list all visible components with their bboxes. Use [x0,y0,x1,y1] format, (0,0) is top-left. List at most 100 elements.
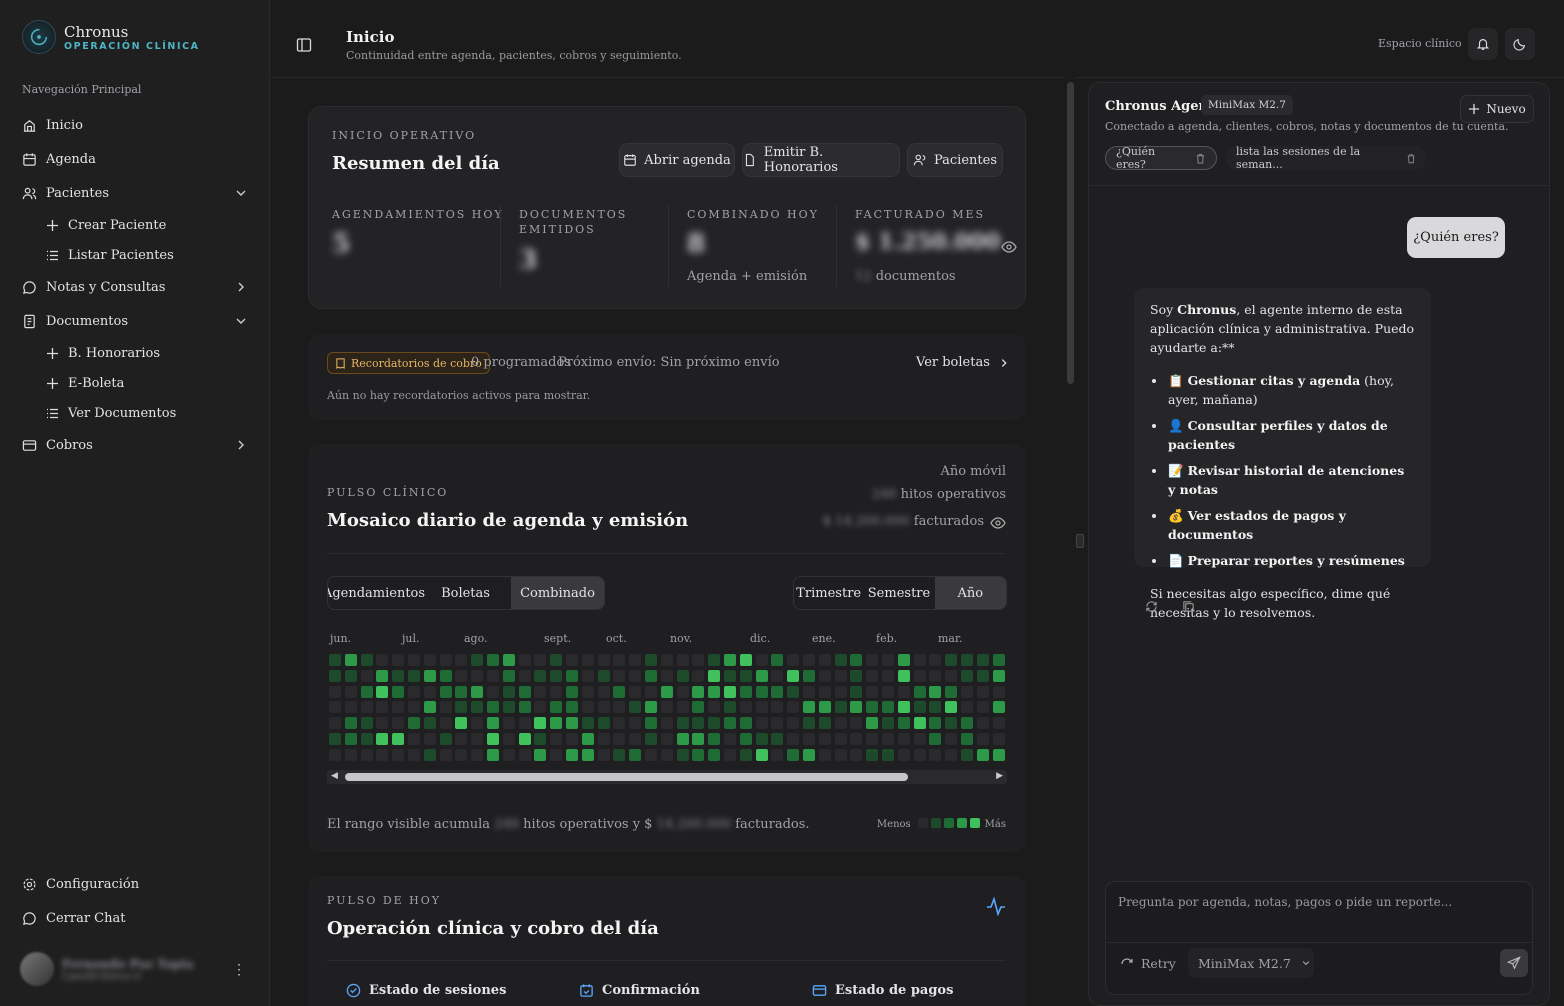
heatmap-cell[interactable] [502,717,515,730]
eye-icon[interactable] [1001,240,1017,254]
workspace-label[interactable]: Espacio clínico [1378,37,1462,50]
heatmap-cell[interactable] [771,685,784,698]
heatmap-cell[interactable] [360,748,373,761]
heatmap-cell[interactable] [581,685,594,698]
heatmap-cell[interactable] [597,669,610,682]
heatmap-cell[interactable] [439,748,452,761]
heatmap-cell[interactable] [392,733,405,745]
heatmap-cell[interactable] [803,717,815,730]
heatmap-cell[interactable] [708,748,721,761]
heatmap-cell[interactable] [771,654,784,666]
heatmap-cell[interactable] [392,654,405,666]
heatmap-cell[interactable] [581,748,594,761]
heatmap-cell[interactable] [803,654,815,666]
heatmap-cell[interactable] [755,685,768,698]
heatmap-cell[interactable] [913,701,926,714]
heatmap-cell[interactable] [566,685,578,698]
heatmap-cell[interactable] [945,717,958,730]
tab-trimestre[interactable]: Trimestre [794,577,863,609]
heatmap-cell[interactable] [408,669,420,682]
heatmap-cell[interactable] [897,717,910,730]
heatmap-cell[interactable] [597,748,610,761]
heatmap-cell[interactable] [613,717,626,730]
heatmap-cell[interactable] [834,685,847,698]
heatmap-cell[interactable] [487,685,499,698]
heatmap-cell[interactable] [392,685,405,698]
heatmap-cell[interactable] [929,717,942,730]
heatmap-cell[interactable] [992,669,1005,682]
heatmap-cell[interactable] [787,654,800,666]
heatmap-cell[interactable] [439,654,452,666]
heatmap-cell[interactable] [439,733,452,745]
heatmap-cell[interactable] [360,669,373,682]
heatmap-cell[interactable] [566,701,578,714]
heatmap-cell[interactable] [866,748,879,761]
heatmap-cell[interactable] [866,733,879,745]
sidebar-item-e-boleta[interactable]: E-Boleta [14,368,256,398]
heatmap-cell[interactable] [376,748,389,761]
heatmap-cell[interactable] [360,717,373,730]
heatmap-cell[interactable] [455,669,468,682]
heatmap-cell[interactable] [676,654,689,666]
heatmap-cell[interactable] [645,669,657,682]
heatmap-cell[interactable] [850,733,863,745]
heatmap-cell[interactable] [360,685,373,698]
heatmap-cell[interactable] [423,669,436,682]
heatmap-cell[interactable] [645,654,657,666]
heatmap-cell[interactable] [724,654,736,666]
heatmap-cell[interactable] [692,654,705,666]
notifications-button[interactable] [1468,28,1498,60]
heatmap-cell[interactable] [613,748,626,761]
heatmap-cell[interactable] [913,717,926,730]
sidebar-item-inicio[interactable]: Inicio [14,108,256,142]
heatmap-cell[interactable] [913,733,926,745]
heatmap-cell[interactable] [613,654,626,666]
heatmap-cell[interactable] [566,748,578,761]
heatmap-cell[interactable] [534,748,547,761]
heatmap-cell[interactable] [566,733,578,745]
heatmap-cell[interactable] [597,733,610,745]
send-button[interactable] [1500,949,1528,977]
heatmap-cell[interactable] [850,685,863,698]
sidebar-toggle-icon[interactable] [296,37,312,53]
heatmap-cell[interactable] [992,717,1005,730]
heatmap-cell[interactable] [882,685,894,698]
chat-chip-active[interactable]: ¿Quién eres? [1105,145,1217,171]
heatmap-cell[interactable] [534,685,547,698]
heatmap-cell[interactable] [329,733,341,745]
heatmap-cell[interactable] [708,701,721,714]
heatmap-cell[interactable] [408,685,420,698]
heatmap-cell[interactable] [866,654,879,666]
heatmap-cell[interactable] [581,701,594,714]
heatmap-cell[interactable] [834,654,847,666]
heatmap-cell[interactable] [913,669,926,682]
sidebar-item-configuracion[interactable]: Configuración [14,867,256,901]
heatmap-cell[interactable] [676,669,689,682]
heatmap-cell[interactable] [850,748,863,761]
heatmap-cell[interactable] [945,733,958,745]
emit-honorarios-button[interactable]: Emitir B. Honorarios [742,143,900,177]
tab-boletas[interactable]: Boletas [420,577,511,609]
heatmap-cell[interactable] [771,701,784,714]
heatmap-cell[interactable] [929,701,942,714]
heatmap-cell[interactable] [739,701,752,714]
heatmap-cell[interactable] [439,685,452,698]
heatmap-cell[interactable] [945,654,958,666]
heatmap-cell[interactable] [708,669,721,682]
heatmap-cell[interactable] [487,701,499,714]
heatmap-cell[interactable] [329,669,341,682]
tab-semestre[interactable]: Semestre [863,577,934,609]
heatmap-cell[interactable] [992,701,1005,714]
heatmap-cell[interactable] [597,654,610,666]
heatmap-cell[interactable] [708,717,721,730]
heatmap-cell[interactable] [660,669,673,682]
heatmap-cell[interactable] [739,717,752,730]
heatmap-cell[interactable] [676,748,689,761]
heatmap-cell[interactable] [803,748,815,761]
heatmap-cell[interactable] [471,654,484,666]
sidebar-item-ver-documentos[interactable]: Ver Documentos [14,398,256,428]
heatmap-cell[interactable] [929,748,942,761]
heatmap-cell[interactable] [613,669,626,682]
heatmap-cell[interactable] [344,701,357,714]
heatmap-cell[interactable] [787,717,800,730]
